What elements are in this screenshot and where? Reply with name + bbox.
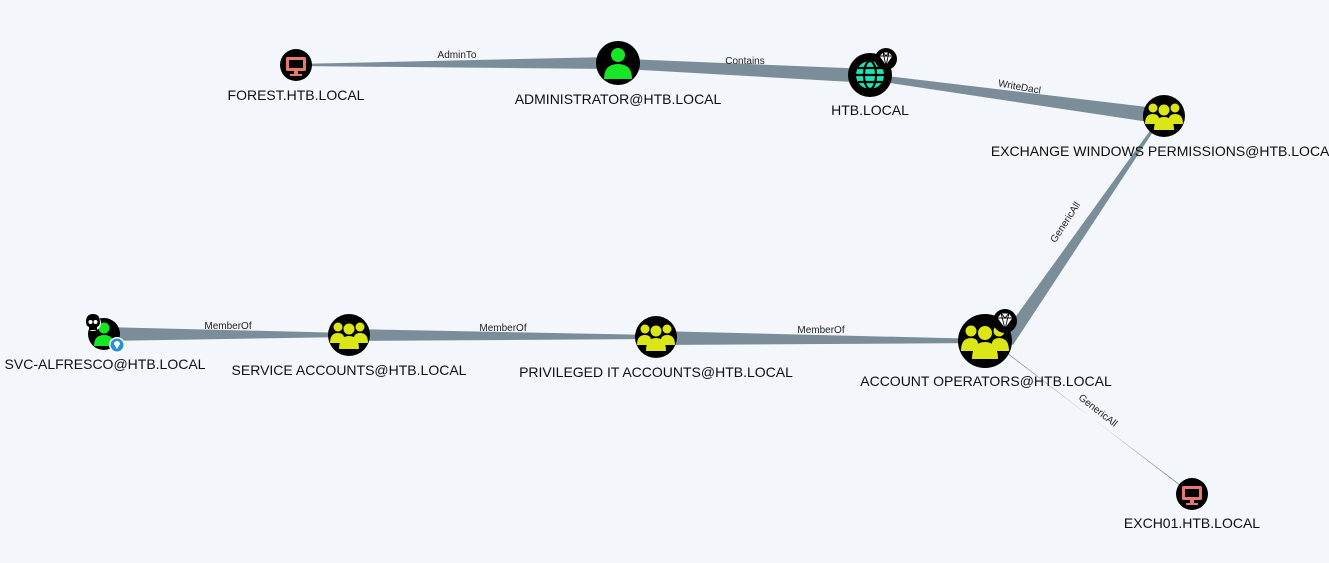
skull-icon [85,314,101,331]
node-service[interactable]: SERVICE ACCOUNTS@HTB.LOCAL [232,314,467,378]
node-label-svc: SVC-ALFRESCO@HTB.LOCAL [5,356,206,372]
node-svc[interactable]: SVC-ALFRESCO@HTB.LOCAL [5,314,206,372]
diamond-icon [875,48,897,70]
node-privileged[interactable]: PRIVILEGED IT ACCOUNTS@HTB.LOCAL [519,316,793,380]
node-label-exch01: EXCH01.HTB.LOCAL [1124,515,1260,531]
edge-label-memberof-3: MemberOf [797,325,844,336]
node-label-administrator: ADMINISTRATOR@HTB.LOCAL [515,91,722,107]
node-administrator[interactable]: ADMINISTRATOR@HTB.LOCAL [515,41,722,107]
edge-label-memberof-1: MemberOf [204,321,251,332]
diamond-icon [993,309,1017,333]
edge-label-contains: Contains [725,56,764,67]
node-label-htb: HTB.LOCAL [831,102,909,118]
edges [104,57,1192,495]
node-label-exchange: EXCHANGE WINDOWS PERMISSIONS@HTB.LOCAL [991,143,1329,159]
edge-label-genericall-2: GenericAll [1076,392,1119,429]
location-pin-icon [109,337,125,353]
node-label-account: ACCOUNT OPERATORS@HTB.LOCAL [860,373,1112,389]
node-label-privileged: PRIVILEGED IT ACCOUNTS@HTB.LOCAL [519,364,793,380]
node-label-forest: FOREST.HTB.LOCAL [228,87,365,103]
edge-label-memberof-2: MemberOf [479,323,526,334]
edge-genericall-2[interactable] [993,343,1192,495]
node-forest[interactable]: FOREST.HTB.LOCAL [228,49,365,103]
attack-path-graph: AdminTo Contains WriteDacl GenericAll Me… [5,41,1329,531]
node-label-service: SERVICE ACCOUNTS@HTB.LOCAL [232,362,467,378]
node-account[interactable]: ACCOUNT OPERATORS@HTB.LOCAL [860,309,1112,389]
node-exch01[interactable]: EXCH01.HTB.LOCAL [1124,478,1260,531]
edge-label-adminto: AdminTo [438,50,477,61]
